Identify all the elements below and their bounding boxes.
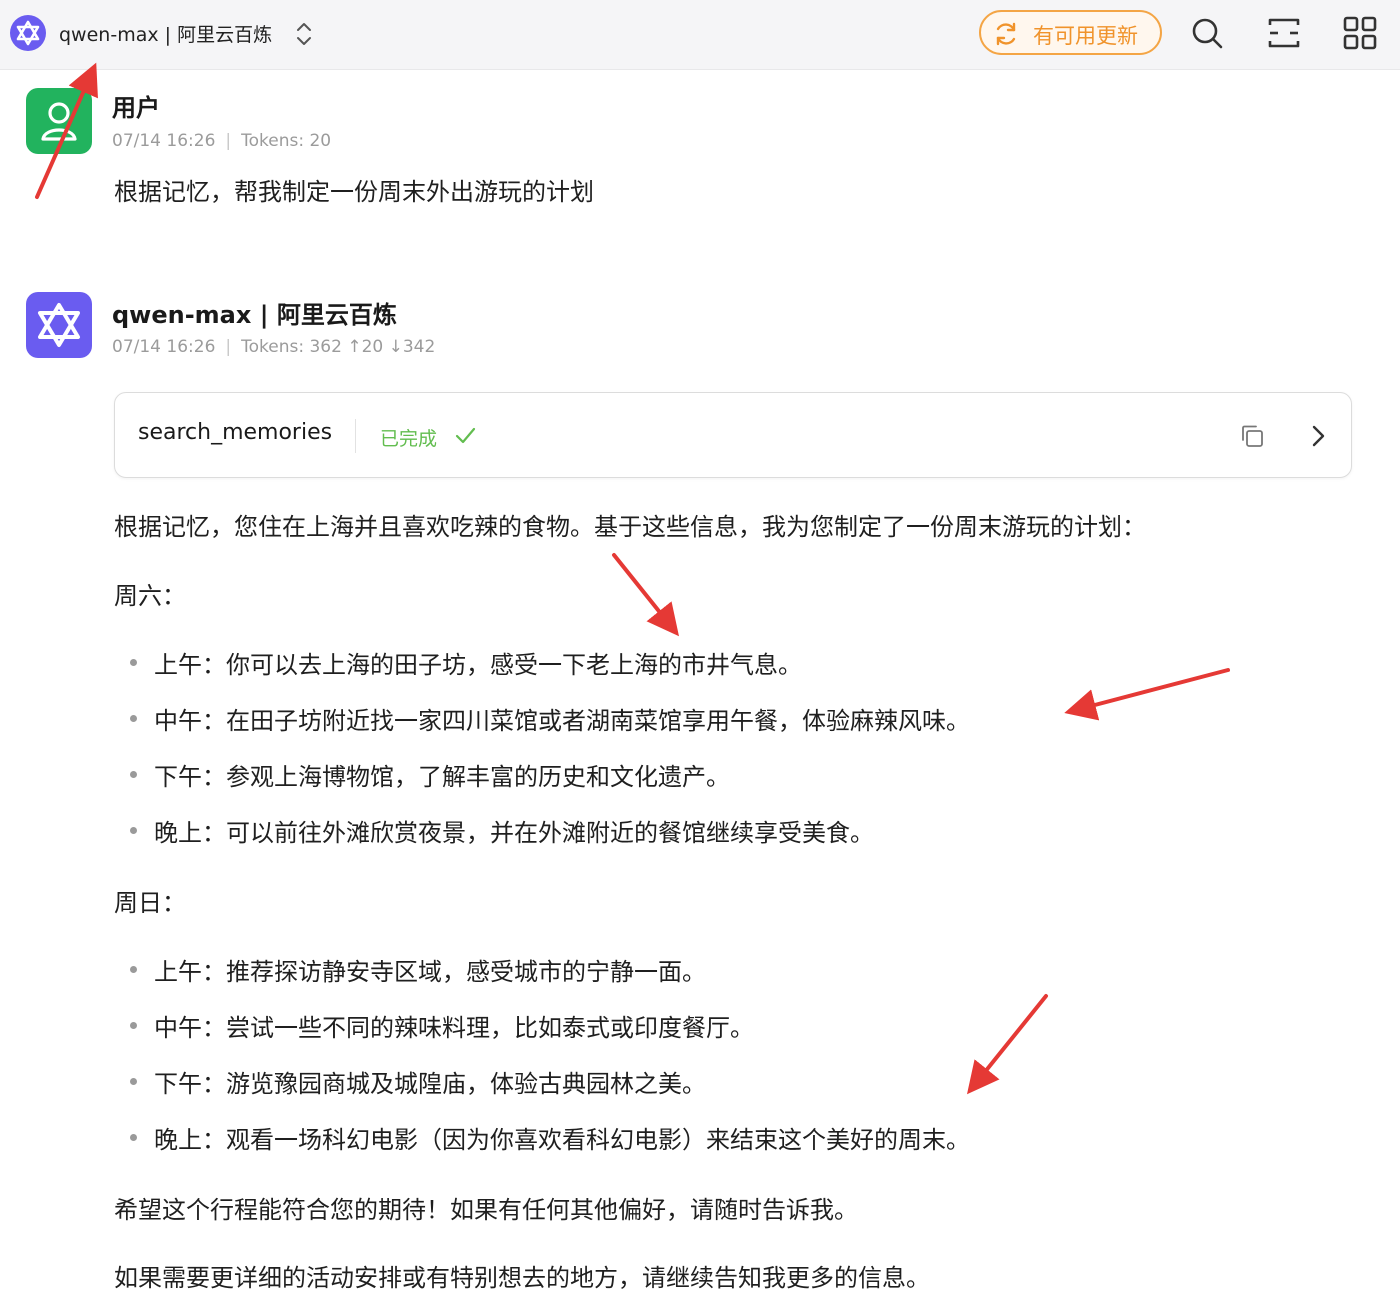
sunday-item: 晚上：观看一场科幻电影（因为你喜欢看科幻电影）来结束这个美好的周末。	[154, 1126, 970, 1154]
list-bullet	[130, 1134, 137, 1141]
list-bullet	[130, 771, 137, 778]
user-avatar	[26, 88, 92, 154]
annotation-arrow	[1064, 668, 1230, 721]
update-available-button[interactable]: 有可用更新	[979, 10, 1162, 55]
sunday-item: 中午：尝试一些不同的辣味料理，比如泰式或印度餐厅。	[154, 1014, 754, 1042]
saturday-item: 下午：参观上海博物馆，了解丰富的历史和文化遗产。	[154, 763, 730, 791]
model-selector-title[interactable]: qwen-max | 阿里云百炼	[59, 20, 272, 47]
user-message-meta: 07/14 16:26 | Tokens: 20	[112, 131, 332, 151]
user-icon	[41, 102, 77, 141]
copy-icon[interactable]	[1238, 422, 1266, 450]
saturday-item: 中午：在田子坊附近找一家四川菜馆或者湖南菜馆享用午餐，体验麻辣风味。	[154, 707, 970, 735]
grid-icon[interactable]	[1342, 15, 1378, 51]
list-bullet	[130, 1078, 137, 1085]
assistant-name: qwen-max | 阿里云百炼	[112, 301, 397, 329]
sunday-item: 上午：推荐探访静安寺区域，感受城市的宁静一面。	[154, 958, 706, 986]
list-bullet	[130, 715, 137, 722]
assistant-message-time: 07/14 16:26	[112, 337, 216, 357]
annotation-arrow	[612, 553, 679, 637]
list-bullet	[130, 659, 137, 666]
top-bar: qwen-max | 阿里云百炼 有可用更新	[0, 0, 1400, 70]
list-bullet	[130, 966, 137, 973]
saturday-item: 上午：你可以去上海的田子坊，感受一下老上海的市井气息。	[154, 651, 802, 679]
tool-call-name: search_memories	[138, 420, 333, 445]
chevron-right-icon[interactable]	[1307, 422, 1331, 450]
tool-call-divider	[355, 419, 356, 453]
sunday-heading: 周日：	[114, 889, 186, 917]
assistant-message-tokens: Tokens: 362 ↑20 ↓342	[241, 337, 436, 357]
layout-icon[interactable]	[1266, 15, 1302, 51]
sunday-item: 下午：游览豫园商城及城隍庙，体验古典园林之美。	[154, 1070, 706, 1098]
search-icon[interactable]	[1189, 15, 1225, 51]
assistant-message-meta: 07/14 16:26 | Tokens: 362 ↑20 ↓342	[112, 337, 436, 357]
list-bullet	[130, 827, 137, 834]
tool-call-status: 已完成	[380, 428, 438, 450]
user-message-text: 根据记忆，帮我制定一份周末外出游玩的计划	[114, 178, 594, 206]
annotation-arrow	[966, 994, 1048, 1095]
refresh-icon	[996, 22, 1016, 46]
qwen-logo-icon	[38, 303, 80, 347]
user-name: 用户	[112, 94, 160, 122]
saturday-item: 晚上：可以前往外滩欣赏夜景，并在外滩附近的餐馆继续享受美食。	[154, 819, 874, 847]
switch-model-chevron-icon[interactable]	[294, 20, 314, 48]
list-bullet	[130, 1022, 137, 1029]
check-icon	[455, 427, 476, 444]
response-closing-1: 希望这个行程能符合您的期待！如果有任何其他偏好，请随时告诉我。	[114, 1196, 858, 1224]
user-message-tokens: Tokens: 20	[241, 131, 332, 151]
response-closing-2: 如果需要更详细的活动安排或有特别想去的地方，请继续告知我更多的信息。	[114, 1264, 930, 1292]
qwen-logo-icon[interactable]	[10, 15, 46, 51]
update-label: 有可用更新	[1033, 24, 1138, 48]
response-intro: 根据记忆，您住在上海并且喜欢吃辣的食物。基于这些信息，我为您制定了一份周末游玩的…	[114, 513, 1146, 541]
user-message-time: 07/14 16:26	[112, 131, 216, 151]
tool-call-card[interactable]: search_memories 已完成	[114, 392, 1352, 478]
saturday-heading: 周六：	[114, 582, 186, 610]
assistant-avatar	[26, 292, 92, 358]
